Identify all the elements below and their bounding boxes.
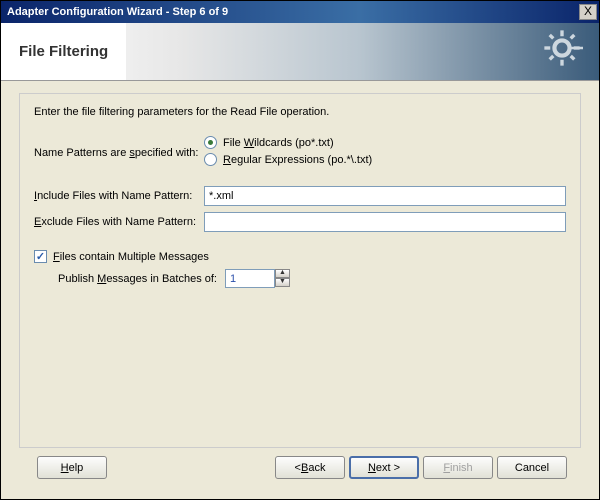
text: Publish [58,273,97,285]
mnemonic: M [97,273,106,285]
exclude-input[interactable] [204,212,566,232]
mnemonic: F [53,251,60,263]
window-title: Adapter Configuration Wizard - Step 6 of… [7,6,228,18]
help-button[interactable]: Help [37,456,107,479]
name-patterns-row: Name Patterns are specified with: File W… [34,136,566,170]
text: xclude Files with Name Pattern: [41,216,196,228]
gear-icon [541,27,583,72]
text: inish [450,462,473,474]
cancel-button[interactable]: Cancel [497,456,567,479]
exclude-label: Exclude Files with Name Pattern: [34,216,204,228]
spinner-down-icon[interactable]: ▼ [275,278,290,287]
text: File [223,137,244,149]
mnemonic: B [301,462,308,474]
page-title: File Filtering [1,23,126,80]
content-panel: Enter the file filtering parameters for … [19,93,581,448]
mnemonic: H [61,462,69,474]
text: ack [308,462,325,474]
radio-label: File Wildcards (po*.txt) [223,137,334,149]
spinner-buttons: ▲ ▼ [275,269,290,288]
include-input[interactable] [204,186,566,206]
title-bar: Adapter Configuration Wizard - Step 6 of… [1,1,599,23]
include-label: Include Files with Name Pattern: [34,190,204,202]
intro-text: Enter the file filtering parameters for … [34,106,566,118]
text: elp [69,462,84,474]
checkbox-icon: ✓ [34,250,47,263]
spinner-up-icon[interactable]: ▲ [275,269,290,278]
text: Name Patterns are [34,147,129,159]
mnemonic: F [443,462,450,474]
include-row: Include Files with Name Pattern: [34,186,566,206]
content-area: Enter the file filtering parameters for … [1,81,599,499]
exclude-row: Exclude Files with Name Pattern: [34,212,566,232]
mnemonic: W [244,137,254,149]
next-button[interactable]: Next > [349,456,419,479]
text: essages in Batches of: [106,273,217,285]
batch-size-input[interactable] [225,269,275,288]
radio-group: File Wildcards (po*.txt) Regular Express… [204,136,566,170]
button-bar: Help < Back Next > Finish Cancel [19,448,581,493]
radio-label: Regular Expressions (po.*\.txt) [223,154,372,166]
back-button[interactable]: < Back [275,456,345,479]
radio-icon [204,136,217,149]
name-patterns-label: Name Patterns are specified with: [34,147,204,159]
mnemonic: R [223,154,231,166]
text: nclude Files with Name Pattern: [37,190,192,202]
text: iles contain Multiple Messages [60,251,209,263]
files-multiple-checkbox[interactable]: ✓ Files contain Multiple Messages [34,250,566,263]
publish-row: Publish Messages in Batches of: ▲ ▼ [58,269,566,288]
text: pecified with: [135,147,199,159]
radio-icon [204,153,217,166]
mnemonic: N [368,462,376,474]
close-button[interactable]: X [579,4,597,20]
text: ildcards (po*.txt) [254,137,333,149]
radio-file-wildcards[interactable]: File Wildcards (po*.txt) [204,136,566,149]
wizard-header: File Filtering [1,23,599,81]
radio-regex[interactable]: Regular Expressions (po.*\.txt) [204,153,566,166]
finish-button: Finish [423,456,493,479]
text: ext > [376,462,400,474]
publish-label: Publish Messages in Batches of: [58,273,217,285]
batch-size-spinner[interactable]: ▲ ▼ [225,269,290,288]
text: egular Expressions (po.*\.txt) [231,154,372,166]
checkbox-label: Files contain Multiple Messages [53,251,209,263]
